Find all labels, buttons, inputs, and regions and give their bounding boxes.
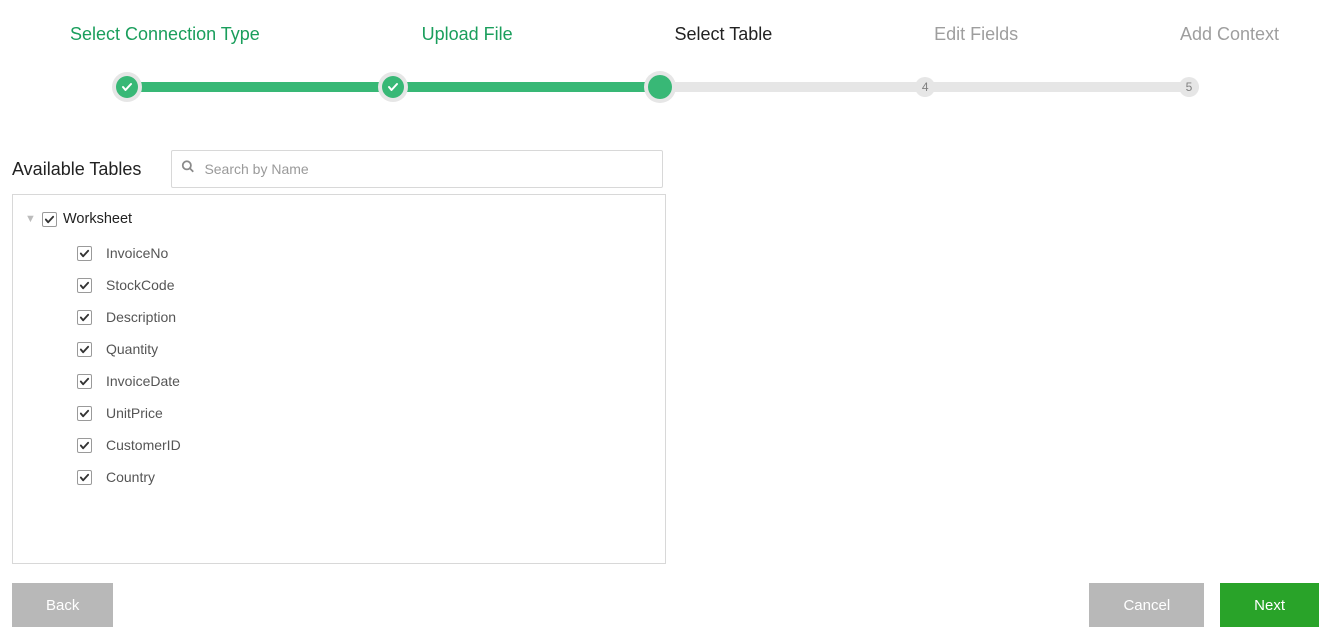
tree-item: Description — [77, 301, 653, 333]
step-node-4[interactable]: 5 — [1179, 77, 1199, 97]
tree-item: InvoiceNo — [77, 237, 653, 269]
checkbox-column[interactable] — [77, 374, 92, 389]
tree-root-label[interactable]: Worksheet — [63, 211, 132, 227]
checkbox-column[interactable] — [77, 470, 92, 485]
tree-item: InvoiceDate — [77, 365, 653, 397]
cancel-button[interactable]: Cancel — [1089, 583, 1204, 627]
step-node-3[interactable]: 4 — [915, 77, 935, 97]
step-label-2[interactable]: Select Table — [675, 24, 773, 45]
tree-item-label[interactable]: InvoiceDate — [106, 373, 180, 389]
tree-item: StockCode — [77, 269, 653, 301]
step-label-3[interactable]: Edit Fields — [934, 24, 1018, 45]
tree-item-label[interactable]: CustomerID — [106, 437, 181, 453]
tree-item-label[interactable]: InvoiceNo — [106, 245, 168, 261]
search-box — [171, 150, 663, 188]
tree-root-row: ▼ Worksheet — [25, 207, 653, 237]
tree-item-label[interactable]: UnitPrice — [106, 405, 163, 421]
wizard-footer: Back Cancel Next — [12, 583, 1319, 627]
available-tables-title: Available Tables — [12, 159, 141, 180]
tree-item-label[interactable]: Quantity — [106, 341, 158, 357]
checkbox-column[interactable] — [77, 246, 92, 261]
tree-item-label[interactable]: Description — [106, 309, 176, 325]
checkbox-column[interactable] — [77, 310, 92, 325]
checkbox-column[interactable] — [77, 438, 92, 453]
step-label-1[interactable]: Upload File — [422, 24, 513, 45]
tree-item: Quantity — [77, 333, 653, 365]
checkbox-column[interactable] — [77, 406, 92, 421]
step-node-1[interactable] — [382, 76, 404, 98]
step-label-0[interactable]: Select Connection Type — [70, 24, 260, 45]
tree-item: CustomerID — [77, 429, 653, 461]
tree-item: UnitPrice — [77, 397, 653, 429]
tables-tree-panel: ▼ Worksheet InvoiceNo StockCode Descriptio… — [12, 194, 666, 564]
wizard-stepper: Select Connection Type Upload File Select … — [12, 24, 1319, 110]
checkbox-column[interactable] — [77, 342, 92, 357]
tree-item: Country — [77, 461, 653, 493]
back-button[interactable]: Back — [12, 583, 113, 627]
checkbox-column[interactable] — [77, 278, 92, 293]
search-icon — [181, 160, 195, 179]
search-input[interactable] — [171, 150, 663, 188]
step-node-2[interactable] — [648, 75, 672, 99]
tree-item-label[interactable]: StockCode — [106, 277, 174, 293]
step-label-4[interactable]: Add Context — [1180, 24, 1279, 45]
next-button[interactable]: Next — [1220, 583, 1319, 627]
step-node-0[interactable] — [116, 76, 138, 98]
disclosure-icon[interactable]: ▼ — [25, 213, 36, 225]
tree-item-label[interactable]: Country — [106, 469, 155, 485]
checkbox-root[interactable] — [42, 212, 57, 227]
